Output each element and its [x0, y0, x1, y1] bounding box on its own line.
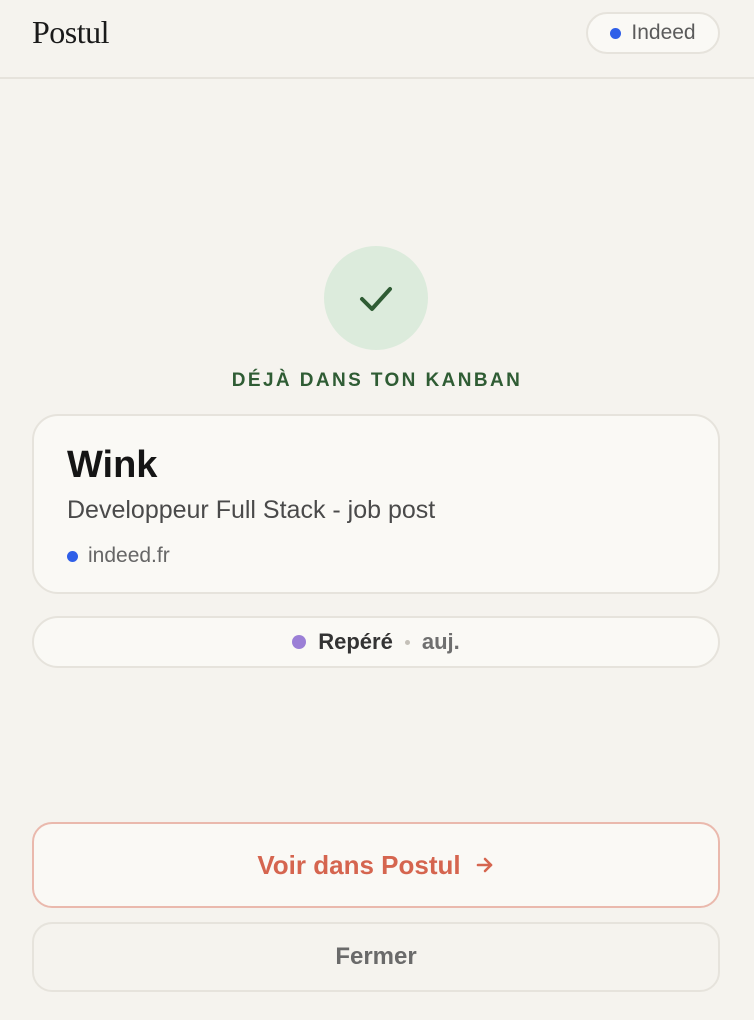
view-in-postul-button[interactable]: Voir dans Postul — [32, 822, 720, 908]
popup-app: Postul Indeed DÉJÀ DANS TON KANBAN Wink … — [0, 0, 754, 1020]
view-in-postul-label: Voir dans Postul — [257, 849, 461, 880]
job-domain: indeed.fr — [88, 544, 170, 567]
success-badge — [324, 246, 428, 350]
stage-label: Repéré — [318, 629, 393, 654]
separator-dot-icon — [404, 639, 410, 645]
status-heading: DÉJÀ DANS TON KANBAN — [231, 370, 523, 391]
header: Postul Indeed — [0, 0, 754, 79]
close-button[interactable]: Fermer — [32, 922, 720, 992]
stage-badge: Repéré auj. — [32, 616, 720, 668]
company-name: Wink — [67, 444, 158, 486]
arrow-right-icon — [476, 857, 492, 873]
check-icon — [360, 287, 392, 311]
job-title: Developpeur Full Stack - job post — [67, 496, 436, 524]
close-label: Fermer — [335, 943, 417, 970]
job-source-row: indeed.fr — [67, 544, 170, 568]
stage-time: auj. — [421, 629, 460, 654]
job-card: Wink Developpeur Full Stack - job post i… — [32, 414, 720, 594]
source-dot-icon — [610, 27, 622, 39]
source-label: Indeed — [631, 21, 696, 44]
brand-logo: Postul — [32, 14, 110, 50]
source-badge: Indeed — [586, 12, 720, 54]
stage-dot-icon — [292, 635, 307, 649]
domain-dot-icon — [67, 550, 78, 562]
